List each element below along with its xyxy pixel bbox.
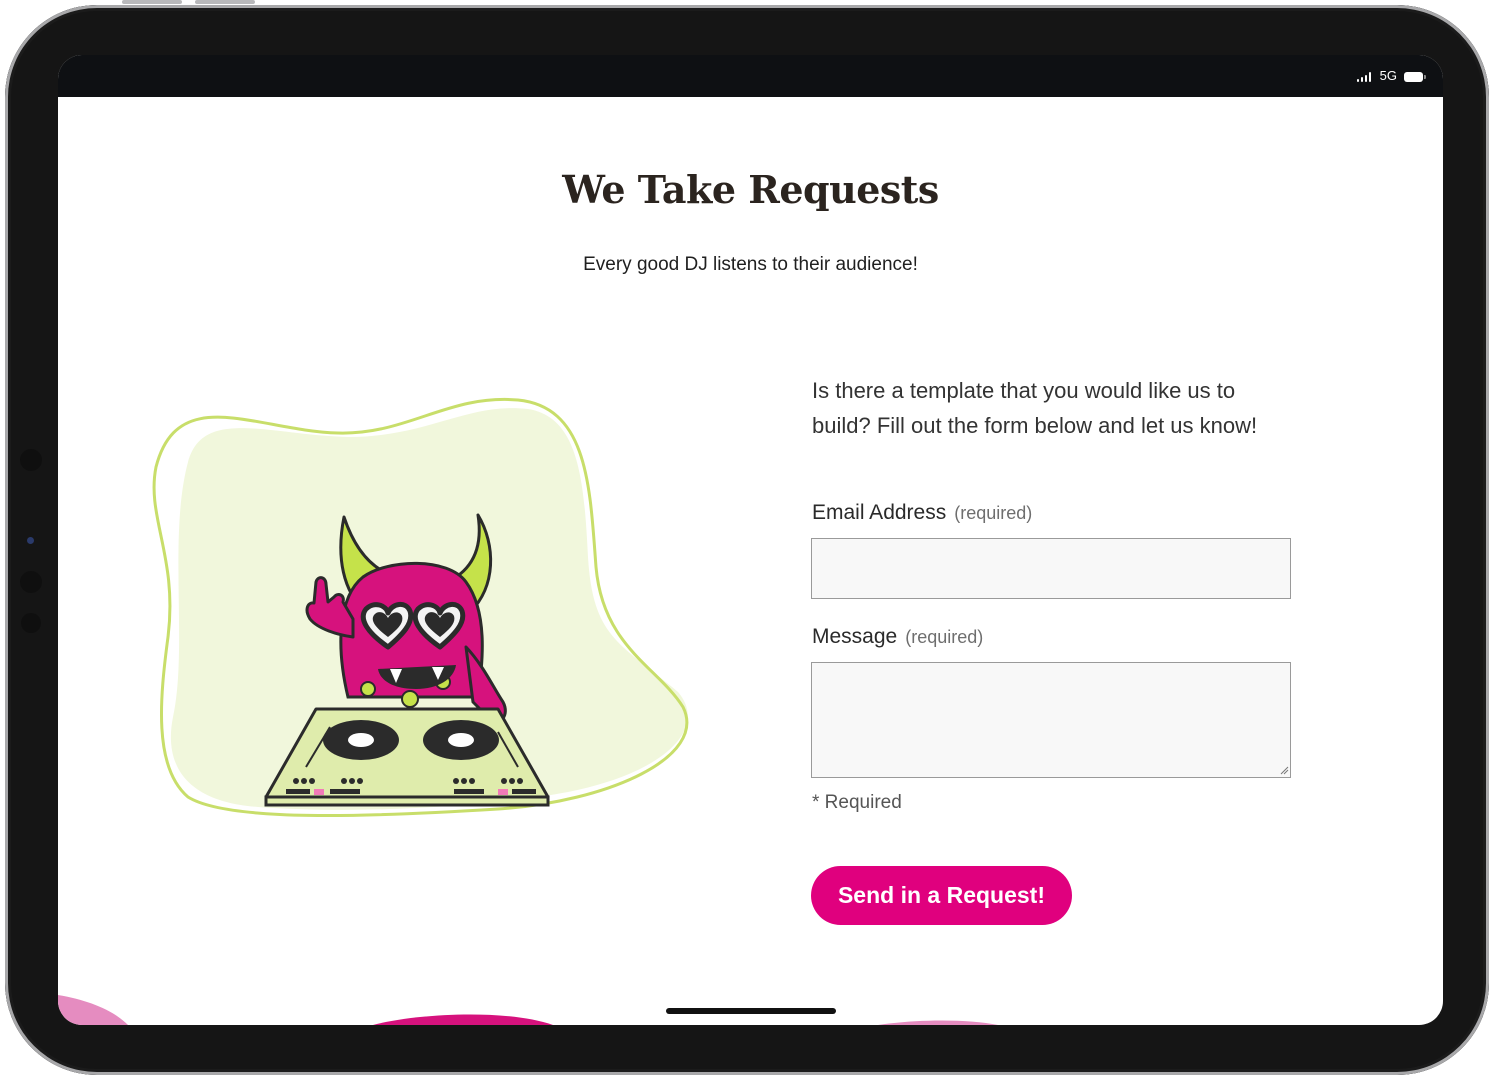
side-camera-dot bbox=[20, 449, 42, 471]
dj-monster-illustration bbox=[152, 397, 689, 818]
side-camera-dot bbox=[21, 613, 41, 633]
turntable-left-center bbox=[348, 733, 374, 747]
signal-bars-icon bbox=[1357, 72, 1371, 82]
dj-deck-base bbox=[264, 795, 550, 807]
submit-request-button[interactable]: Send in a Request! bbox=[811, 866, 1072, 925]
deck-pad-right bbox=[498, 789, 508, 795]
email-required-hint: (required) bbox=[954, 503, 1033, 523]
decorative-wave bbox=[58, 995, 998, 1025]
message-label-text: Message bbox=[812, 625, 898, 648]
page-subtitle: Every good DJ listens to their audience! bbox=[583, 254, 918, 275]
monster-spot bbox=[360, 681, 376, 697]
message-required-hint: (required) bbox=[905, 627, 984, 647]
email-label-text: Email Address bbox=[812, 501, 947, 524]
resize-grip-icon[interactable] bbox=[1280, 766, 1289, 775]
battery-icon bbox=[1404, 72, 1426, 82]
dj-deck bbox=[264, 707, 550, 799]
monster-spot bbox=[401, 690, 419, 708]
status-bar: 5G bbox=[58, 55, 1443, 97]
form-intro: Is there a template that you would like … bbox=[812, 378, 1258, 438]
email-field[interactable] bbox=[811, 538, 1291, 599]
message-label: Message (required) bbox=[812, 625, 983, 649]
turntable-right-center bbox=[448, 733, 474, 747]
screen: 5G We Take Requests Every good DJ listen… bbox=[58, 55, 1443, 1025]
network-label: 5G bbox=[1379, 68, 1397, 83]
top-button-right bbox=[195, 0, 255, 4]
message-field[interactable] bbox=[811, 662, 1291, 778]
side-sensor-dot bbox=[27, 537, 34, 544]
email-label: Email Address (required) bbox=[812, 501, 1032, 525]
required-note: * Required bbox=[812, 792, 902, 813]
top-button-left bbox=[122, 0, 182, 4]
home-indicator[interactable] bbox=[666, 1008, 836, 1014]
deck-pad-left bbox=[314, 789, 324, 795]
side-camera-dot bbox=[20, 571, 42, 593]
page-title: We Take Requests bbox=[562, 167, 939, 212]
